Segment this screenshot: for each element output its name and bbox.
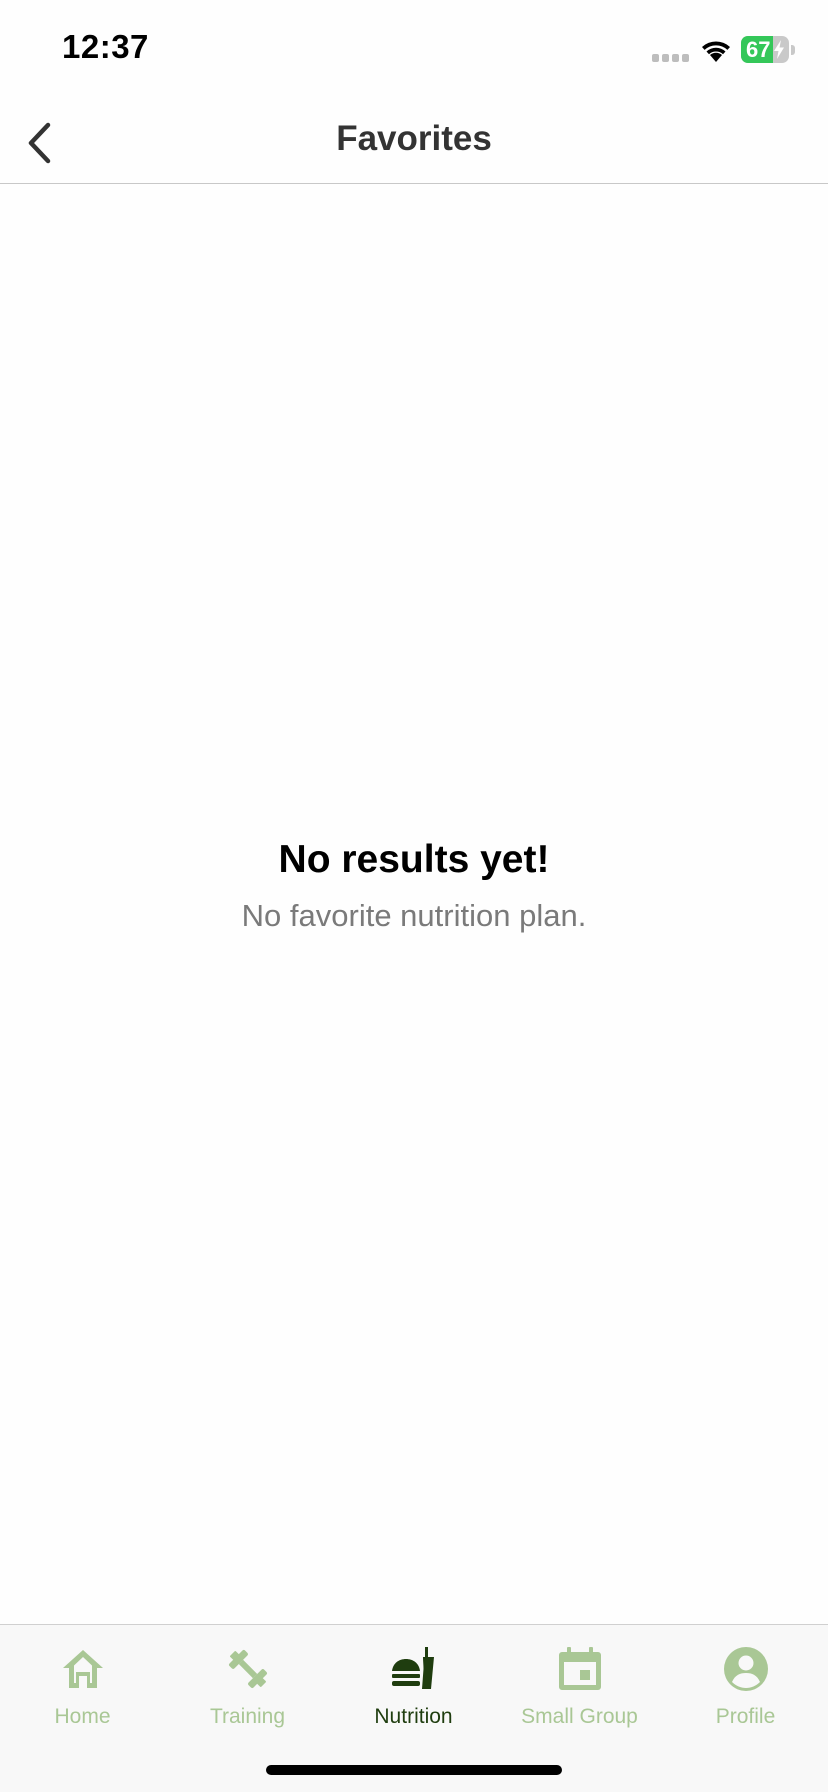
cellular-signal-icon	[652, 54, 690, 62]
profile-icon	[723, 1647, 768, 1691]
fastfood-icon	[391, 1647, 434, 1689]
tab-small-group-label: Small Group	[521, 1705, 638, 1728]
navigation-bar: Favorites	[0, 100, 828, 184]
status-time: 12:37	[62, 28, 149, 65]
tab-nutrition-label: Nutrition	[374, 1705, 453, 1728]
status-bar: 12:37 67	[0, 0, 828, 100]
tab-home[interactable]: Home	[0, 1639, 165, 1739]
tab-nutrition[interactable]: Nutrition	[331, 1639, 496, 1739]
calendar-icon	[558, 1647, 601, 1690]
battery-icon: 67	[741, 36, 789, 63]
tab-home-label: Home	[54, 1705, 111, 1728]
page-title: Favorites	[336, 119, 492, 158]
tab-training-label: Training	[209, 1705, 286, 1728]
battery-percent: 67	[746, 37, 771, 62]
tab-profile-label: Profile	[715, 1705, 776, 1728]
wifi-icon	[702, 41, 730, 62]
empty-state-subtitle: No favorite nutrition plan.	[241, 898, 587, 933]
tab-small-group[interactable]: Small Group	[497, 1639, 662, 1739]
dumbbell-icon	[228, 1650, 267, 1688]
tab-profile[interactable]: Profile	[663, 1639, 828, 1739]
home-indicator	[266, 1765, 562, 1775]
empty-state-title: No results yet!	[278, 838, 550, 881]
screen: 12:37 67 Favorites No results yet! No fa…	[0, 0, 828, 1792]
tab-training[interactable]: Training	[165, 1639, 330, 1739]
battery-tip	[791, 45, 795, 55]
home-icon	[62, 1650, 103, 1688]
charging-bolt-icon	[774, 40, 784, 59]
empty-state: No results yet! No favorite nutrition pl…	[0, 834, 828, 936]
